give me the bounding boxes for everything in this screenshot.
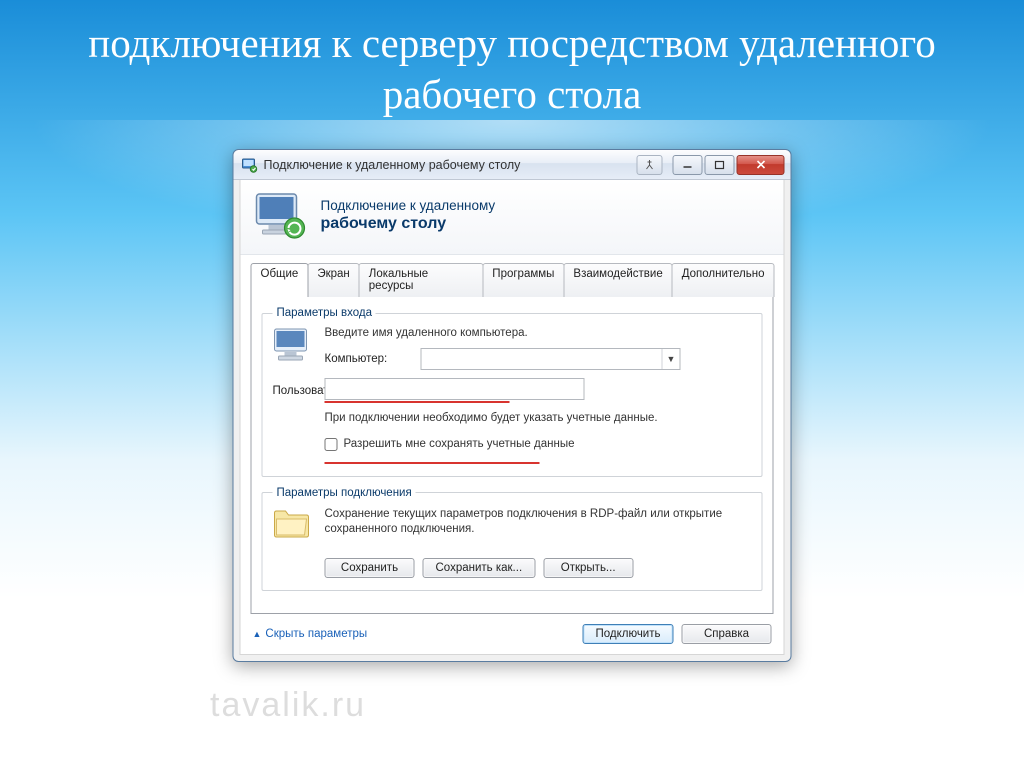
tab-programs[interactable]: Программы (482, 263, 564, 297)
chevron-down-icon[interactable]: ▼ (662, 349, 680, 369)
tab-display[interactable]: Экран (307, 263, 359, 297)
close-button[interactable] (737, 155, 785, 175)
tab-general[interactable]: Общие (251, 263, 309, 297)
computer-combo[interactable]: ▼ (421, 348, 681, 370)
computer-input[interactable] (422, 352, 662, 366)
app-icon (242, 157, 258, 173)
rdp-window: Подключение к удаленному рабочему столу (233, 149, 792, 662)
tab-local-resources[interactable]: Локальные ресурсы (359, 263, 484, 297)
allow-save-checkbox[interactable] (325, 438, 338, 451)
computer-label: Компьютер: (325, 353, 413, 365)
open-button[interactable]: Открыть... (543, 558, 633, 578)
computer-icon (273, 327, 317, 370)
connection-text: Сохранение текущих параметров подключени… (325, 507, 752, 544)
user-label: Пользователь: (273, 385, 317, 397)
connection-group: Параметры подключения Сохранение текущих… (262, 487, 763, 591)
dialog-header: Подключение к удаленному рабочему столу (241, 180, 784, 255)
rdp-icon (255, 192, 309, 240)
slide-title: подключения к серверу посредством удален… (0, 0, 1024, 121)
user-input[interactable] (325, 378, 585, 400)
tab-advanced[interactable]: Дополнительно (672, 263, 775, 297)
checkbox-underline-highlight (325, 462, 540, 464)
hide-options-label: Скрыть параметры (265, 628, 367, 640)
tab-strip: Общие Экран Локальные ресурсы Программы … (241, 255, 784, 297)
header-line2: рабочему столу (321, 214, 496, 234)
help-button[interactable]: Справка (682, 624, 772, 644)
tab-panel-general: Параметры входа Введите имя удаленного к… (251, 296, 774, 614)
watermark: tavalik.ru (210, 686, 366, 725)
allow-save-label[interactable]: Разрешить мне сохранять учетные данные (344, 438, 575, 450)
connect-button[interactable]: Подключить (582, 624, 673, 644)
minimize-button[interactable] (673, 155, 703, 175)
header-line1: Подключение к удаленному (321, 198, 496, 215)
folder-icon (273, 507, 317, 544)
maximize-button[interactable] (705, 155, 735, 175)
titlebar[interactable]: Подключение к удаленному рабочему столу (234, 150, 791, 180)
login-legend: Параметры входа (273, 307, 376, 319)
save-as-button[interactable]: Сохранить как... (423, 558, 536, 578)
user-underline-highlight (325, 401, 510, 403)
login-hint: Введите имя удаленного компьютера. (325, 327, 752, 339)
window-title: Подключение к удаленному рабочему столу (258, 158, 637, 172)
triangle-up-icon: ▲ (253, 629, 262, 639)
bottom-bar: ▲ Скрыть параметры Подключить Справка (241, 614, 784, 644)
connection-legend: Параметры подключения (273, 487, 416, 499)
login-group: Параметры входа Введите имя удаленного к… (262, 307, 763, 477)
save-button[interactable]: Сохранить (325, 558, 415, 578)
credentials-note: При подключении необходимо будет указать… (325, 411, 752, 426)
tab-experience[interactable]: Взаимодействие (563, 263, 672, 297)
hide-options-link[interactable]: ▲ Скрыть параметры (253, 628, 368, 640)
pin-button[interactable] (637, 155, 663, 175)
